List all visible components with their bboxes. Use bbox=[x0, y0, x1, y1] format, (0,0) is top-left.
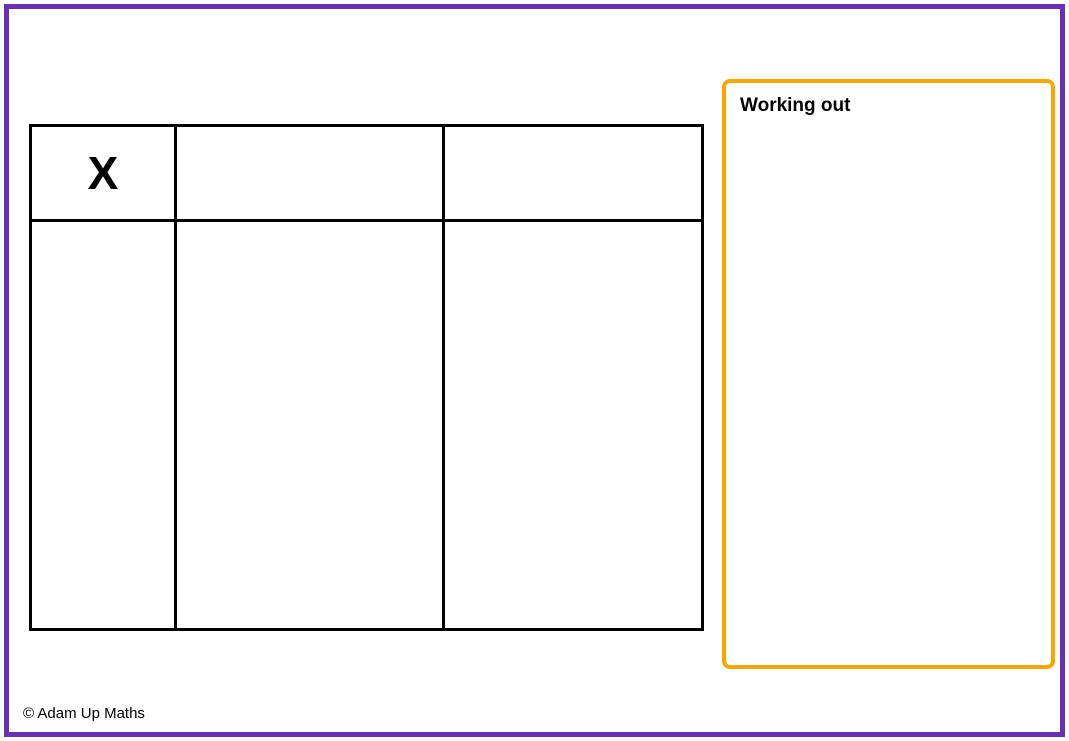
page-frame: X Working out © Adam Up Maths bbox=[4, 4, 1065, 737]
grid-header-row: X bbox=[32, 127, 701, 222]
grid-header-cell-2[interactable] bbox=[445, 127, 701, 219]
working-out-title: Working out bbox=[740, 95, 1037, 117]
grid-row-label-1[interactable] bbox=[32, 222, 177, 628]
grid-body-cell-1-1[interactable] bbox=[177, 222, 445, 628]
multiplication-grid: X bbox=[29, 124, 704, 631]
grid-header-cell-1[interactable] bbox=[177, 127, 445, 219]
working-out-box[interactable]: Working out bbox=[722, 79, 1055, 669]
grid-operator-cell: X bbox=[32, 127, 177, 219]
grid-body-row-1 bbox=[32, 222, 701, 628]
copyright-text: © Adam Up Maths bbox=[23, 705, 145, 722]
multiply-symbol: X bbox=[88, 146, 119, 200]
grid-body-cell-1-2[interactable] bbox=[445, 222, 701, 628]
